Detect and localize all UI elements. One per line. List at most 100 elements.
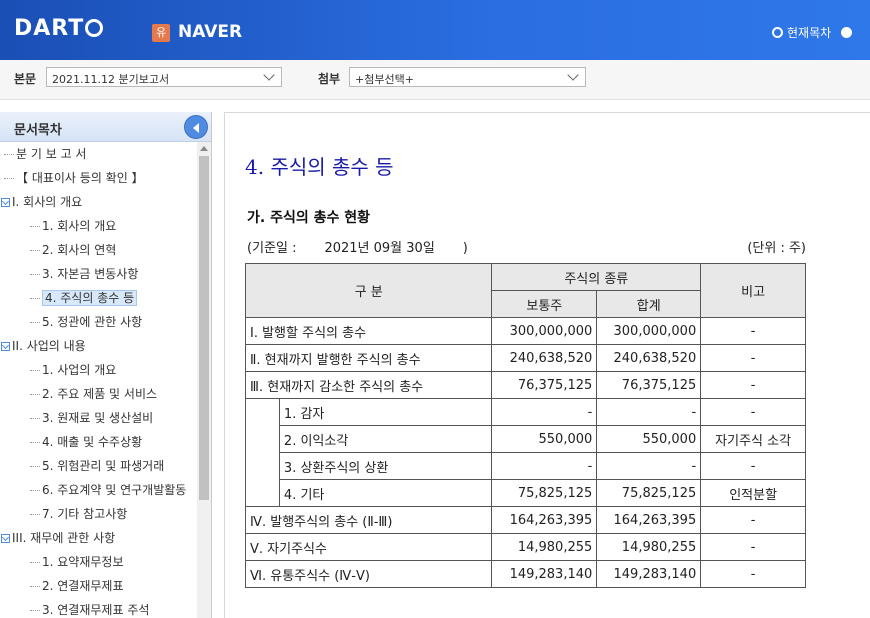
row-common: -	[491, 398, 598, 426]
tree-line-icon	[30, 370, 40, 371]
row-common: 164,263,395	[491, 506, 598, 534]
document-content: 4. 주식의 총수 등 가. 주식의 총수 현황 (기준일 : 2021년 09월…	[224, 112, 870, 618]
toc-item-2-7[interactable]: 7. 기타 참고사항	[30, 504, 127, 524]
table-row: Ⅱ. 현재까지 발행한 주식의 총수 240,638,520 240,638,5…	[244, 344, 806, 372]
toc-item-report[interactable]: 분 기 보 고 서	[4, 144, 86, 164]
toc-item-2-4[interactable]: 4. 매출 및 수주상황	[30, 432, 142, 452]
section-title: 4. 주식의 총수 등	[245, 155, 394, 179]
toc-item-2-6[interactable]: 6. 주요계약 및 연구개발활동	[30, 480, 186, 500]
toc-item-2-5[interactable]: 5. 위험관리 및 파생거래	[30, 456, 164, 476]
toc-item-2-1[interactable]: 1. 사업의 개요	[30, 360, 116, 380]
toc-scroll-thumb[interactable]	[199, 156, 209, 500]
reference-date-close: )	[462, 241, 468, 256]
tree-line-icon	[4, 178, 14, 179]
table-row: Ⅴ. 자기주식수 14,980,255 14,980,255 -	[244, 533, 806, 561]
row-total: 240,638,520	[596, 344, 702, 372]
toc-tree: 분 기 보 고 서 【 대표이사 등의 확인 】 I. 회사의 개요 1. 회사…	[0, 142, 197, 618]
tree-line-icon	[30, 298, 40, 299]
toc-item-ceo-confirm[interactable]: 【 대표이사 등의 확인 】	[4, 168, 144, 188]
toc-item-1-3[interactable]: 3. 자본금 변동사항	[30, 264, 138, 284]
row-common: -	[491, 452, 598, 480]
toc-item-business[interactable]: II. 사업의 내용	[1, 336, 86, 356]
row-label: 4. 기타	[278, 479, 493, 507]
tree-line-icon	[30, 442, 40, 443]
row-common: 240,638,520	[491, 344, 598, 372]
row-note: -	[700, 371, 806, 399]
tree-line-icon	[30, 394, 40, 395]
row-total: -	[596, 398, 702, 426]
company-type-badge: 유	[152, 24, 170, 42]
attach-select[interactable]: +첨부선택+	[349, 67, 586, 87]
reference-date: (기준일 : 2021년 09월 30일)	[247, 237, 496, 256]
report-toolbar: 본문 2021.11.12 분기보고서 첨부 +첨부선택+	[0, 60, 870, 100]
toc-item-1-5[interactable]: 5. 정관에 관한 사항	[30, 312, 142, 332]
row-note: -	[700, 506, 806, 534]
table-row: 4. 기타 75,825,125 75,825,125 인적분할	[246, 479, 806, 507]
logo-circle-icon	[85, 19, 104, 37]
tree-line-icon	[30, 418, 40, 419]
row-label: Ⅵ. 유통주식수 (Ⅳ-Ⅴ)	[244, 560, 493, 588]
toc-item-2-2[interactable]: 2. 주요 제품 및 서비스	[30, 384, 157, 404]
header-stock-type: 주식의 종류	[491, 263, 702, 291]
unit-label: (단위 : 주)	[747, 241, 806, 256]
collapse-sidebar-button[interactable]	[184, 115, 208, 139]
tree-line-icon	[30, 514, 40, 515]
scroll-up-arrow-icon[interactable]	[200, 146, 208, 151]
toc-radio-group: 현재목차	[772, 24, 856, 41]
report-select[interactable]: 2021.11.12 분기보고서	[46, 67, 282, 87]
toc-item-3-3[interactable]: 3. 연결재무제표 주석	[30, 600, 149, 618]
report-select-value: 2021.11.12 분기보고서	[52, 73, 170, 86]
toc-item-1-2[interactable]: 2. 회사의 연혁	[30, 240, 116, 260]
attach-select-label: 첨부	[318, 72, 341, 86]
tree-line-icon	[30, 250, 40, 251]
collapse-node-icon[interactable]	[1, 342, 10, 351]
collapse-node-icon[interactable]	[1, 198, 10, 207]
table-row: Ⅲ. 현재까지 감소한 주식의 총수 76,375,125 76,375,125…	[244, 371, 806, 399]
table-row: Ⅰ. 발행할 주식의 총수 300,000,000 300,000,000 -	[244, 317, 806, 345]
row-label: 2. 이익소각	[278, 425, 493, 453]
row-label: 1. 감자	[278, 398, 493, 426]
row-total: 14,980,255	[596, 533, 702, 561]
table-row: Ⅳ. 발행주식의 총수 (Ⅱ-Ⅲ) 164,263,395 164,263,39…	[244, 506, 806, 534]
row-note: 자기주식 소각	[700, 425, 806, 453]
row-label: Ⅴ. 자기주식수	[244, 533, 493, 561]
report-select-label: 본문	[14, 72, 37, 86]
collapse-node-icon[interactable]	[1, 534, 10, 543]
row-label: 3. 상환주식의 상환	[278, 452, 493, 480]
stock-total-table: 구 분 주식의 종류 비고 보통주 합계 Ⅰ. 발행할 주식의 총수 300,0…	[244, 263, 806, 588]
toc-sidebar: 문서목차 분 기 보 고 서 【 대표이사 등의 확인 】 I. 회사의 개요 …	[0, 112, 212, 618]
toc-item-finance[interactable]: III. 재무에 관한 사항	[1, 528, 115, 548]
row-total: 76,375,125	[596, 371, 702, 399]
table-header-row: 구 분 주식의 종류 비고	[244, 263, 806, 318]
header-total: 합계	[596, 290, 702, 318]
toc-item-3-2[interactable]: 2. 연결재무제표	[30, 576, 124, 596]
reference-date-value: 2021년 09월 30일	[324, 241, 435, 256]
toc-item-1-4[interactable]: 4. 주식의 총수 등	[30, 288, 138, 308]
toc-item-1-1[interactable]: 1. 회사의 개요	[30, 216, 116, 236]
row-note: -	[700, 452, 806, 480]
toc-item-3-1[interactable]: 1. 요약재무정보	[30, 552, 124, 572]
row-label: Ⅰ. 발행할 주식의 총수	[244, 317, 493, 345]
sub-section-title: 가. 주식의 총수 현황	[247, 210, 370, 226]
tree-line-icon	[30, 586, 40, 587]
toc-header: 문서목차	[0, 112, 211, 142]
radio-current-toc-label: 현재목차	[787, 26, 832, 40]
app-header: DART 유 NAVER 현재목차	[0, 0, 870, 60]
logo-text: DART	[14, 16, 85, 41]
tree-line-icon	[30, 322, 40, 323]
indent-cell	[245, 398, 280, 507]
row-common: 76,375,125	[491, 371, 598, 399]
dart-logo[interactable]: DART	[14, 16, 104, 41]
row-common: 149,283,140	[491, 560, 598, 588]
chevron-down-icon	[567, 69, 579, 81]
row-label: Ⅱ. 현재까지 발행한 주식의 총수	[244, 344, 493, 372]
toc-item-2-3[interactable]: 3. 원재료 및 생산설비	[30, 408, 153, 428]
toc-item-company-overview[interactable]: I. 회사의 개요	[1, 192, 82, 212]
toc-scrollbar[interactable]	[197, 142, 211, 618]
row-note: -	[700, 317, 806, 345]
toc-title: 문서목차	[14, 123, 62, 138]
radio-other[interactable]	[841, 27, 853, 38]
header-note: 비고	[700, 263, 806, 318]
radio-current-toc[interactable]	[772, 27, 783, 38]
tree-line-icon	[30, 466, 40, 467]
